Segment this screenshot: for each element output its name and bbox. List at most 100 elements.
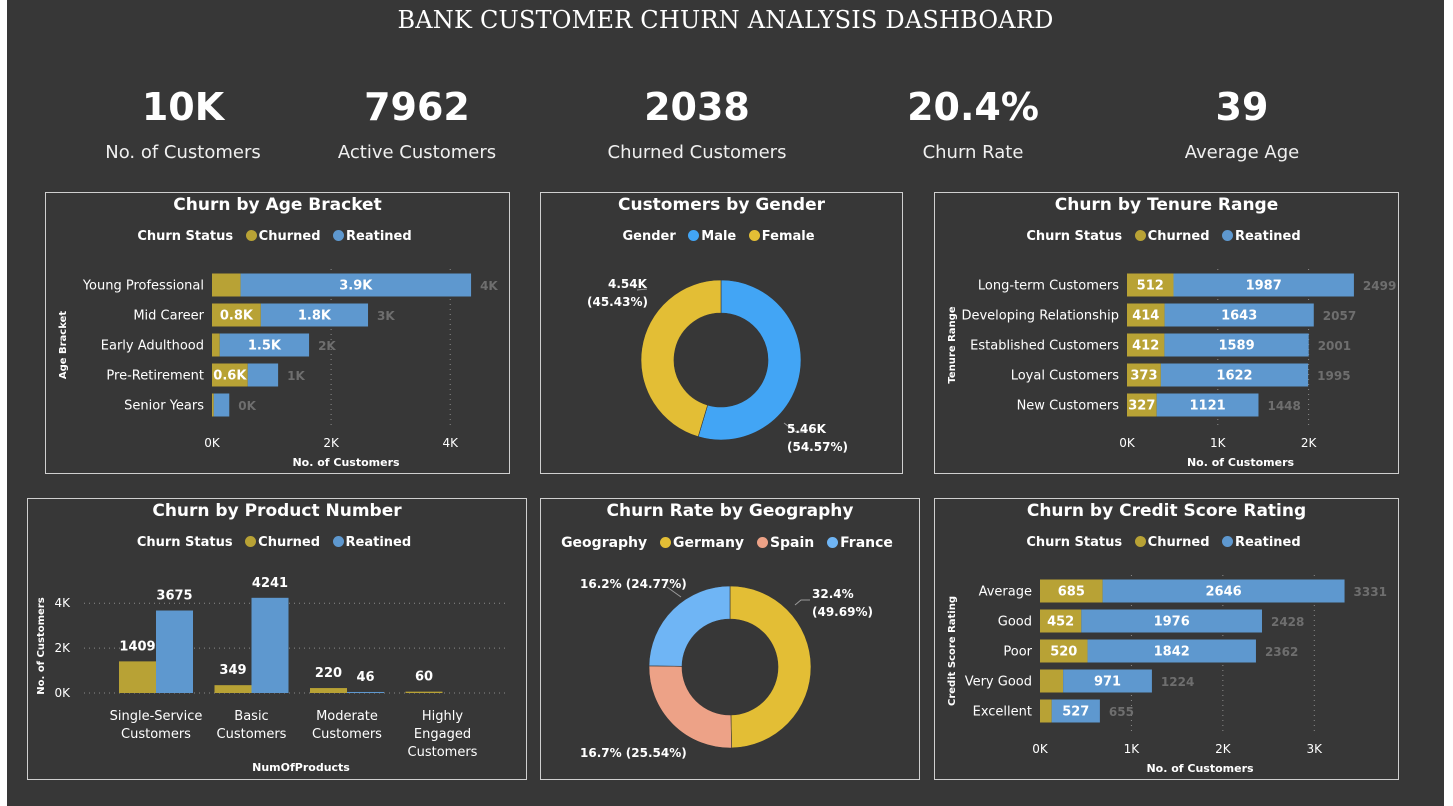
x-tick-label: 0K (1119, 436, 1136, 450)
category-label: Customers (217, 727, 287, 742)
kpi-card-churned[interactable]: 2038 Churned Customers (577, 84, 817, 166)
chart-title: Churn by Credit Score Rating (1026, 501, 1307, 521)
x-tick-label: 4K (442, 436, 459, 450)
bar-churned (405, 691, 443, 693)
legend-female-label: Female (761, 229, 815, 244)
x-tick-label: 1K (1210, 436, 1227, 450)
category-label: Highly (422, 709, 463, 724)
slice-label-germany-value: 32.4% (812, 587, 854, 601)
bar-churned (212, 393, 214, 417)
x-tick-label: 0K (204, 436, 221, 450)
legend-title: Churn Status (136, 535, 233, 550)
bar-label-churned: 452 (1047, 615, 1074, 630)
legend-churned-swatch (1134, 230, 1146, 241)
chart-card-gender[interactable]: 5.46K (54.57%) 4.54K (45.43%) Customers by … (540, 192, 903, 474)
legend-title: Churn Status (137, 229, 234, 244)
category-label: Engaged (414, 727, 471, 742)
category-label: New Customers (1017, 399, 1120, 414)
bar-label-retained: 971 (1094, 675, 1121, 690)
category-label: Poor (1003, 645, 1032, 660)
bar-label-retained: 1976 (1154, 615, 1190, 630)
legend-title: Gender (622, 229, 676, 244)
bar-label-retained: 3.9K (339, 279, 373, 294)
slice-label-male-pct: (54.57%) (787, 440, 848, 454)
y-tick-label: 2K (54, 641, 71, 655)
x-axis-title: No. of Customers (1146, 762, 1254, 775)
chart-legend: Geography Germany Spain France (541, 535, 919, 551)
bar-label-retained: 3675 (156, 589, 192, 604)
bar-total-label: 1448 (1267, 399, 1300, 413)
bar-total-label: 3331 (1354, 585, 1387, 599)
y-tick-label: 0K (54, 686, 71, 700)
legend-churned-label: Churned (1147, 535, 1210, 550)
bar-label-churned: 414 (1132, 309, 1159, 324)
legend-female-swatch (748, 230, 760, 241)
bar-churned (119, 661, 156, 693)
bar-churned (1040, 669, 1064, 693)
chart-title: Churn by Product Number (152, 501, 402, 521)
kpi-value: 7962 (364, 85, 470, 129)
legend-churned-label: Churned (258, 535, 320, 550)
bar-label-retained: 1643 (1221, 309, 1257, 324)
bar-label-churned: 512 (1137, 279, 1164, 294)
bar-label-churned: 0.8K (220, 309, 254, 324)
kpi-value: 10K (141, 85, 225, 129)
kpi-card-churn-rate[interactable]: 20.4% Churn Rate (853, 84, 1093, 166)
category-label: Basic (234, 709, 268, 724)
legend-retained-swatch (1222, 536, 1234, 547)
category-label: Single-Service (110, 709, 203, 724)
x-axis-title: NumOfProducts (252, 761, 350, 774)
kpi-card-active[interactable]: 7962 Active Customers (297, 84, 537, 166)
bar-label-retained: 1842 (1154, 645, 1190, 660)
legend-france-label: France (840, 535, 893, 551)
chart-legend: Churn Status Churned Reatined (935, 229, 1398, 244)
bar-churned (214, 685, 252, 693)
bar-retained (213, 393, 230, 417)
legend-churned-swatch (1134, 536, 1146, 547)
bar-label-retained: 4241 (252, 576, 288, 591)
chart-card-product-number[interactable]: 0K 2K 4K No. of Customers 1409 3675 Single-Ser… (27, 498, 527, 780)
bar-retained (156, 610, 193, 693)
category-label: Moderate (316, 709, 378, 724)
bar-label-churned: 1409 (119, 639, 155, 654)
chart-card-tenure-range[interactable]: 0K 1K 2K No. of Customers Tenure Range Long-t… (934, 192, 1399, 474)
y-axis-title: Tenure Range (947, 306, 958, 383)
bar-total-label: 2428 (1271, 615, 1304, 629)
x-axis-title: No. of Customers (292, 456, 400, 469)
x-tick-label: 3K (1307, 742, 1324, 756)
chart-card-age-bracket[interactable]: 0K 2K 4K No. of Customers Age Bracket Young P… (45, 192, 510, 474)
legend-male-label: Male (701, 229, 737, 244)
kpi-value: 39 (1215, 85, 1269, 129)
bar-retained (247, 363, 279, 387)
category-label: Good (998, 615, 1032, 630)
bar-churned (1040, 699, 1052, 723)
legend-retained-swatch (1222, 230, 1234, 241)
bar-churned (310, 688, 347, 693)
category-label: Excellent (973, 705, 1032, 720)
chart-title: Customers by Gender (617, 195, 825, 215)
x-tick-label: 2K (323, 436, 340, 450)
y-tick-label: 4K (54, 596, 71, 610)
category-label: Senior Years (124, 399, 204, 414)
chart-card-geography[interactable]: 32.4% (49.69%) 16.2% (24.77%) 16.7% (25.54%… (540, 498, 920, 780)
kpi-card-customers[interactable]: 10K No. of Customers (63, 84, 303, 166)
legend-france-swatch (827, 537, 839, 548)
bar-label-retained: 1589 (1218, 339, 1254, 354)
kpi-card-average-age[interactable]: 39 Average Age (1122, 84, 1362, 166)
x-tick-label: 2K (1301, 436, 1318, 450)
kpi-label: No. of Customers (105, 142, 261, 163)
category-label: Established Customers (970, 339, 1119, 354)
legend-spain-label: Spain (769, 535, 815, 551)
legend-churned-label: Churned (258, 229, 321, 244)
bar-label-retained: 1987 (1246, 279, 1282, 294)
legend-germany-swatch (660, 537, 672, 548)
kpi-label: Average Age (1184, 142, 1300, 163)
donut-slice-france (648, 585, 731, 667)
kpi-label: Churned Customers (607, 142, 787, 163)
chart-card-credit-score[interactable]: 0K 1K 2K 3K No. of Customers Credit Score Rat… (934, 498, 1399, 780)
legend-retained-label: Reatined (1235, 229, 1301, 244)
x-axis-title: No. of Customers (1187, 456, 1295, 469)
kpi-label: Active Customers (337, 142, 497, 163)
legend-male-swatch (688, 230, 700, 241)
y-axis-title: Age Bracket (58, 311, 69, 380)
